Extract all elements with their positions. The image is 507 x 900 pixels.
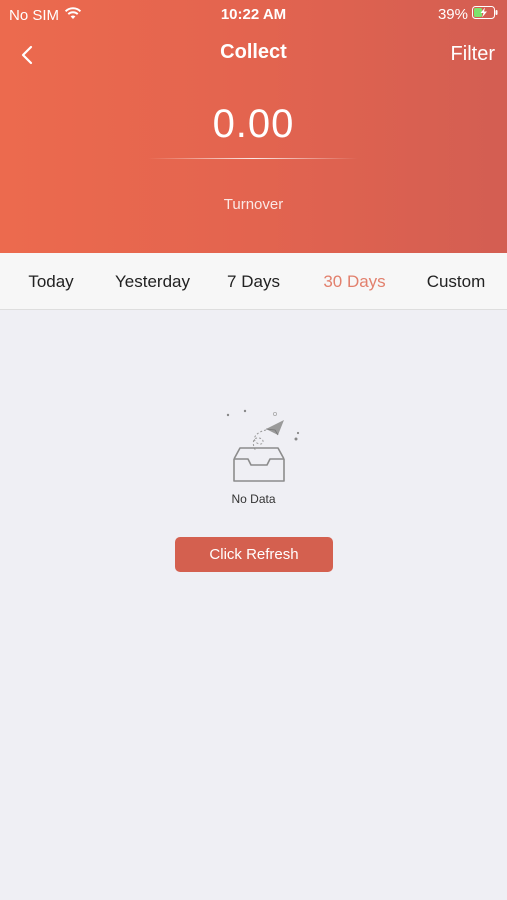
period-tabs: Today Yesterday 7 Days 30 Days Custom (0, 253, 507, 310)
nav-bar: Collect Filter (0, 36, 507, 72)
refresh-button[interactable]: Click Refresh (175, 537, 333, 572)
battery-charging-icon (472, 6, 499, 23)
tab-custom[interactable]: Custom (405, 253, 507, 310)
tab-7-days[interactable]: 7 Days (203, 253, 304, 310)
status-time: 10:22 AM (220, 6, 287, 23)
status-right: 39% (438, 6, 499, 23)
empty-inbox-paper-plane-icon (218, 405, 302, 487)
status-bar: No SIM 10:22 AM 39% (0, 0, 507, 28)
turnover-label: Turnover (223, 196, 284, 213)
no-data-text: No Data (231, 492, 276, 506)
tab-today[interactable]: Today (0, 253, 102, 310)
header: No SIM 10:22 AM 39% Collect Filter 0.00 … (0, 0, 507, 253)
battery-percent: 39% (437, 6, 468, 23)
tab-yesterday[interactable]: Yesterday (102, 253, 203, 310)
page-title: Collect (220, 41, 287, 63)
filter-button[interactable]: Filter (451, 43, 495, 66)
tab-30-days[interactable]: 30 Days (304, 253, 405, 310)
amount-divider (148, 158, 358, 159)
turnover-amount: 0.00 (212, 102, 295, 146)
